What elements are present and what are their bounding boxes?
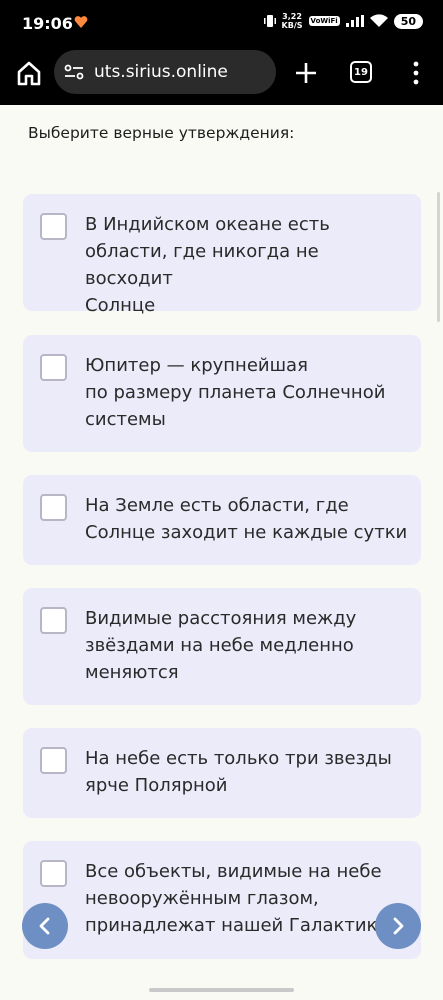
checkbox[interactable] [40,494,67,521]
url-text[interactable]: uts.sirius.online [94,62,228,82]
answer-option-1[interactable]: В Индийском океане есть области, где ник… [23,194,421,316]
tab-count: 19 [354,66,368,78]
option-text: Все объекты, видимые на небе невооружённ… [85,861,389,936]
answer-option-3[interactable]: На Земле есть области, где Солнце заходи… [23,475,421,565]
vibrate-icon [263,15,276,27]
option-text: На небе есть только три звезды ярче Поля… [85,748,392,796]
chevron-right-icon [393,917,404,935]
answer-option-2[interactable]: Юпитер — крупнейшая по размеру планета С… [23,335,421,452]
signal-icon [345,15,364,27]
heart-icon [74,16,88,28]
answer-option-5[interactable]: На небе есть только три звезды ярче Поля… [23,728,421,818]
battery-indicator: 50 [393,13,423,29]
checkbox[interactable] [40,860,67,887]
chevron-left-icon [39,917,50,935]
scrollbar[interactable] [437,192,440,322]
network-speed-value: 3,22 [282,12,302,21]
home-indicator[interactable] [149,988,294,992]
checkbox[interactable] [40,354,67,381]
previous-button[interactable] [22,903,68,949]
checkbox[interactable] [40,607,67,634]
option-text: В Индийском океане есть области, где ник… [85,214,330,316]
checkbox[interactable] [40,213,67,240]
more-vert-icon[interactable] [408,60,424,86]
vowifi-badge: VoWiFi [308,16,340,26]
address-bar[interactable]: uts.sirius.online [54,50,276,94]
browser-top-bar: 19:06 3,22 KB/S VoWiFi 50 uts.sirius.onl… [0,0,443,105]
home-icon[interactable] [14,58,44,88]
network-speed: 3,22 KB/S [282,12,303,30]
site-settings-icon[interactable] [64,64,84,80]
plus-icon[interactable] [293,60,319,86]
question-title: Выберите верные утверждения: [28,124,295,142]
checkbox[interactable] [40,747,67,774]
answer-option-4[interactable]: Видимые расстояния между звёздами на неб… [23,588,421,705]
status-indicators: 3,22 KB/S VoWiFi 50 [263,12,423,30]
answer-option-6[interactable]: Все объекты, видимые на небе невооружённ… [23,841,421,959]
option-text: Видимые расстояния между звёздами на неб… [85,608,357,683]
status-time: 19:06 [22,14,73,33]
next-button[interactable] [375,903,421,949]
option-text: Юпитер — крупнейшая по размеру планета С… [85,355,386,430]
tabs-icon[interactable]: 19 [350,61,372,83]
option-text: На Земле есть области, где Солнце заходи… [85,495,408,543]
network-speed-unit: KB/S [281,21,303,30]
wifi-icon [369,14,388,27]
